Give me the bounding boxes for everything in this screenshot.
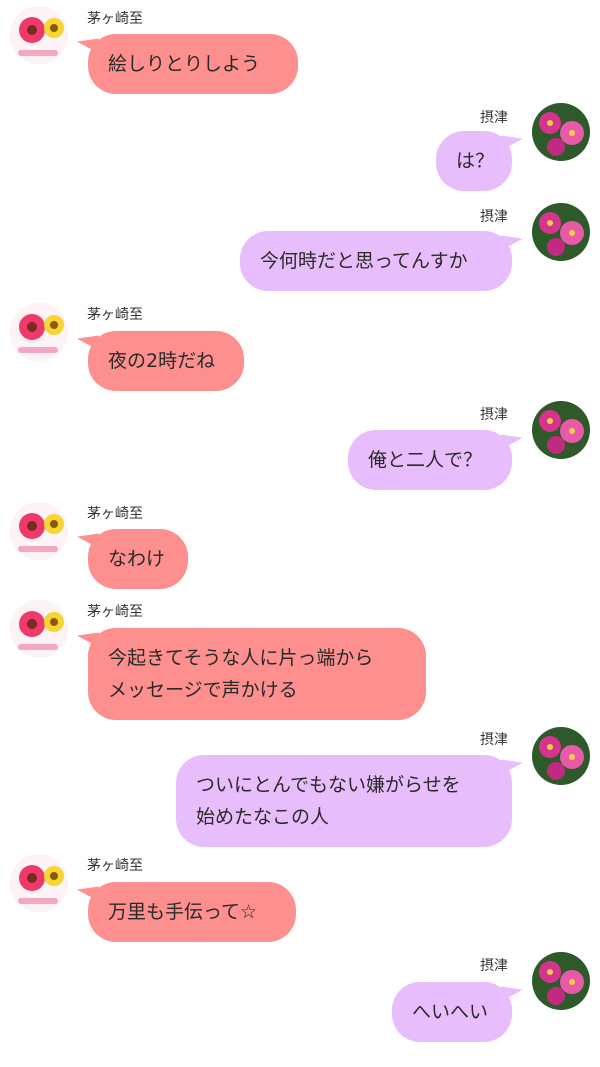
- sender-name: 茅ヶ崎至: [87, 858, 143, 874]
- sender-name: 茅ヶ崎至: [87, 11, 143, 27]
- message-bubble[interactable]: 夜の2時だね: [88, 331, 244, 391]
- message-text: 夜の2時だね: [108, 350, 216, 372]
- message-text: 俺と二人で？: [368, 449, 483, 471]
- avatar-right[interactable]: [532, 103, 590, 161]
- message-text: 今起きてそうな人に片っ端から: [108, 647, 374, 669]
- message-bubble[interactable]: なわけ: [88, 529, 188, 589]
- avatar-right[interactable]: [532, 401, 590, 459]
- message-bubble[interactable]: へいへい: [392, 982, 512, 1042]
- sender-name: 摂津: [480, 732, 508, 748]
- sender-name: 摂津: [480, 110, 508, 126]
- sender-name: 茅ヶ崎至: [87, 307, 143, 323]
- avatar-right[interactable]: [532, 203, 590, 261]
- message-text: 万里も手伝って☆: [108, 901, 258, 923]
- message-text: メッセージで声かける: [108, 679, 298, 701]
- message-bubble[interactable]: 万里も手伝って☆: [88, 882, 296, 942]
- message-text: 絵しりとりしよう: [108, 53, 261, 75]
- sender-name: 摂津: [480, 407, 508, 423]
- message-bubble[interactable]: 俺と二人で？: [348, 430, 512, 490]
- message-text: ついにとんでもない嫌がらせを: [196, 774, 461, 796]
- message-bubble[interactable]: 絵しりとりしよう: [88, 34, 298, 94]
- avatar-left[interactable]: [10, 303, 68, 361]
- avatar-right[interactable]: [532, 727, 590, 785]
- message-bubble[interactable]: 今何時だと思ってんすか: [240, 231, 512, 291]
- message-bubble[interactable]: 今起きてそうな人に片っ端から メッセージで声かける: [88, 628, 426, 720]
- message-text: 始めたなこの人: [196, 806, 330, 828]
- message-text: へいへい: [412, 1001, 489, 1023]
- message-text: は？: [456, 150, 495, 172]
- sender-name: 摂津: [480, 209, 508, 225]
- sender-name: 摂津: [480, 958, 508, 974]
- message-text: なわけ: [108, 548, 166, 570]
- avatar-left[interactable]: [10, 854, 68, 912]
- message-bubble[interactable]: ついにとんでもない嫌がらせを 始めたなこの人: [176, 755, 512, 847]
- message-bubble[interactable]: は？: [436, 131, 512, 191]
- sender-name: 茅ヶ崎至: [87, 604, 143, 620]
- sender-name: 茅ヶ崎至: [87, 506, 143, 522]
- avatar-left[interactable]: [10, 502, 68, 560]
- avatar-left[interactable]: [10, 6, 68, 64]
- avatar-left[interactable]: [10, 600, 68, 658]
- avatar-right[interactable]: [532, 952, 590, 1010]
- message-text: 今何時だと思ってんすか: [260, 250, 468, 272]
